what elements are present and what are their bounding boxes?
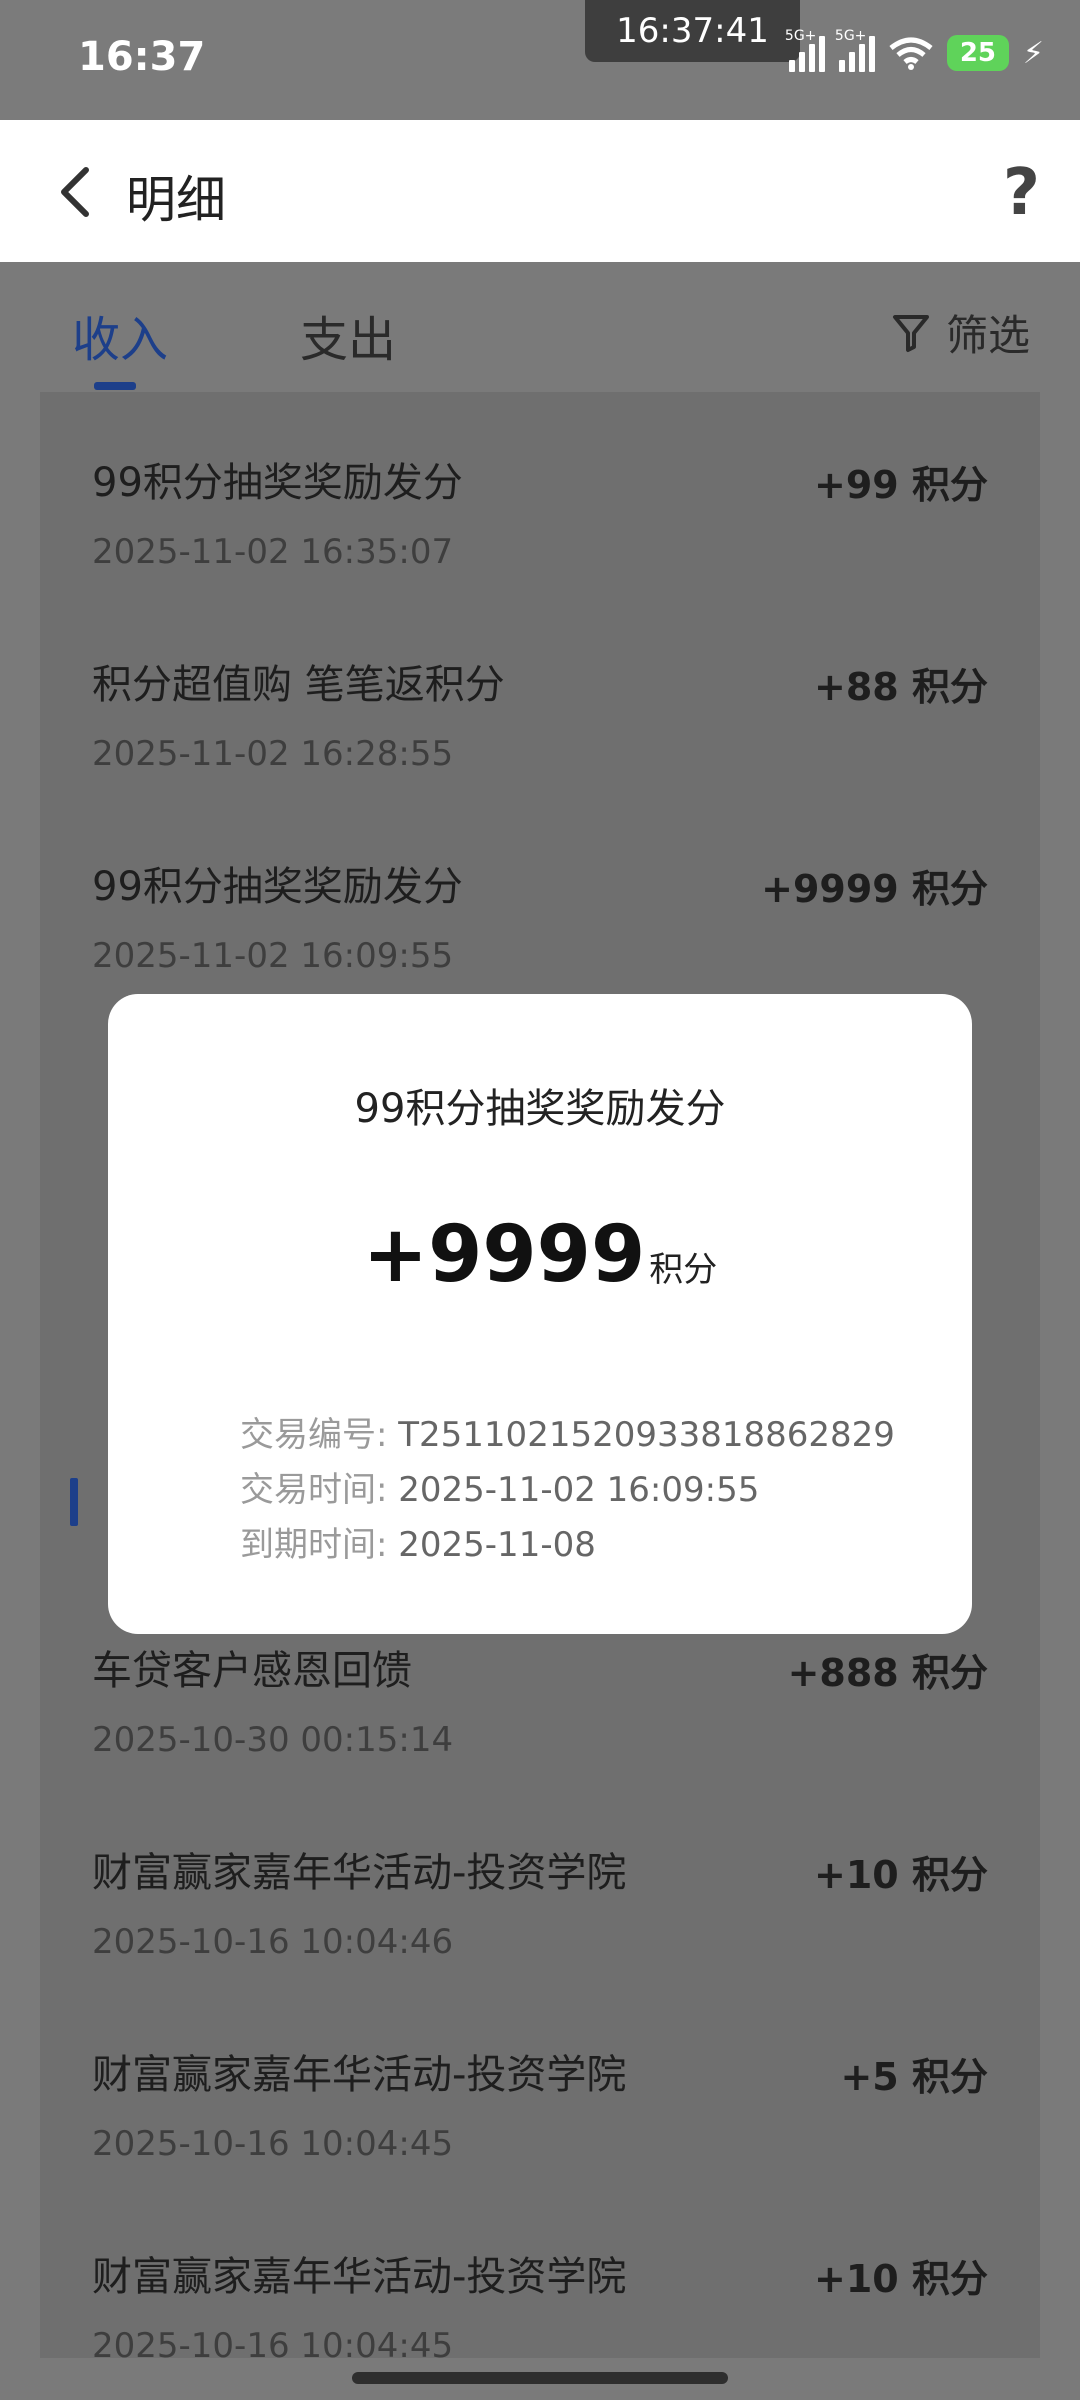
- list-item[interactable]: 财富赢家嘉年华活动-投资学院 2025-10-16 10:04:45 +10 积…: [40, 2186, 1040, 2358]
- item-title: 财富赢家嘉年华活动-投资学院: [92, 1850, 627, 1896]
- expire-row: 到期时间: 2025-11-08: [240, 1525, 596, 1565]
- item-title: 积分超值购 笔笔返积分: [92, 662, 505, 708]
- home-indicator[interactable]: [352, 2372, 728, 2384]
- battery-icon: 25: [946, 35, 1009, 71]
- status-time: 16:37: [78, 34, 206, 80]
- txn-time-row: 交易时间: 2025-11-02 16:09:55: [240, 1470, 760, 1510]
- item-title: 99积分抽奖奖励发分: [92, 460, 463, 506]
- tab-expense[interactable]: 支出: [300, 300, 396, 370]
- charging-icon: ⚡: [1022, 35, 1044, 71]
- item-amount: +99 积分: [814, 463, 988, 507]
- nav-bar: 明细 ?: [0, 120, 1080, 262]
- back-icon[interactable]: [56, 164, 96, 220]
- signal-icon-2: 5G+: [835, 28, 875, 72]
- item-amount: +9999 积分: [761, 867, 988, 911]
- detail-dialog[interactable]: 99积分抽奖奖励发分 +9999 积分 交易编号: T25110215209338…: [108, 994, 972, 1634]
- item-amount: +88 积分: [814, 665, 988, 709]
- list-item[interactable]: 财富赢家嘉年华活动-投资学院 2025-10-16 10:04:45 +5 积分: [40, 1984, 1040, 2186]
- filter-button[interactable]: 筛选: [892, 302, 1030, 363]
- screen-record-time: 16:37:41: [585, 0, 800, 62]
- item-date: 2025-10-16 10:04:45: [92, 2326, 454, 2358]
- wifi-icon: [889, 37, 933, 70]
- page-title: 明细: [126, 171, 226, 229]
- item-date: 2025-10-16 10:04:45: [92, 2124, 454, 2164]
- filter-icon: [892, 314, 929, 352]
- dialog-details: 交易编号: T2511021520933818862829 交易时间: 2025…: [240, 1408, 895, 1573]
- item-title: 财富赢家嘉年华活动-投资学院: [92, 2052, 627, 2098]
- item-amount: +10 积分: [814, 2257, 988, 2301]
- item-amount: +5 积分: [840, 2055, 988, 2099]
- list-item[interactable]: 积分超值购 笔笔返积分 2025-11-02 16:28:55 +88 积分: [40, 594, 1040, 796]
- item-date: 2025-11-02 16:35:07: [92, 532, 454, 572]
- status-icons: 5G+ 5G+ 25 ⚡: [785, 28, 1044, 72]
- tab-bar: 收入 支出 筛选: [0, 262, 1080, 392]
- dialog-amount: +9999 积分: [362, 1210, 718, 1300]
- section-marker: [70, 1478, 78, 1526]
- help-icon[interactable]: ?: [1003, 156, 1040, 230]
- dialog-title: 99积分抽奖奖励发分: [354, 1086, 726, 1132]
- item-title: 99积分抽奖奖励发分: [92, 864, 463, 910]
- tab-active-indicator: [94, 382, 136, 390]
- list-item[interactable]: 财富赢家嘉年华活动-投资学院 2025-10-16 10:04:46 +10 积…: [40, 1782, 1040, 1984]
- item-date: 2025-10-16 10:04:46: [92, 1922, 454, 1962]
- item-title: 财富赢家嘉年华活动-投资学院: [92, 2254, 627, 2300]
- status-bar: 16:37 16:37:41 5G+ 5G+ 25 ⚡: [0, 0, 1080, 120]
- item-title: 车贷客户感恩回馈: [92, 1648, 412, 1694]
- tab-income[interactable]: 收入: [72, 300, 168, 370]
- list-item[interactable]: 99积分抽奖奖励发分 2025-11-02 16:09:55 +9999 积分: [40, 796, 1040, 998]
- item-date: 2025-11-02 16:28:55: [92, 734, 454, 774]
- item-date: 2025-10-30 00:15:14: [92, 1720, 454, 1760]
- item-amount: +888 积分: [787, 1651, 988, 1695]
- list-item[interactable]: 99积分抽奖奖励发分 2025-11-02 16:35:07 +99 积分: [40, 392, 1040, 594]
- txn-number-row: 交易编号: T2511021520933818862829: [240, 1415, 895, 1455]
- filter-label: 筛选: [945, 311, 1030, 360]
- item-amount: +10 积分: [814, 1853, 988, 1897]
- signal-icon: 5G+: [785, 28, 825, 72]
- item-date: 2025-11-02 16:09:55: [92, 936, 454, 976]
